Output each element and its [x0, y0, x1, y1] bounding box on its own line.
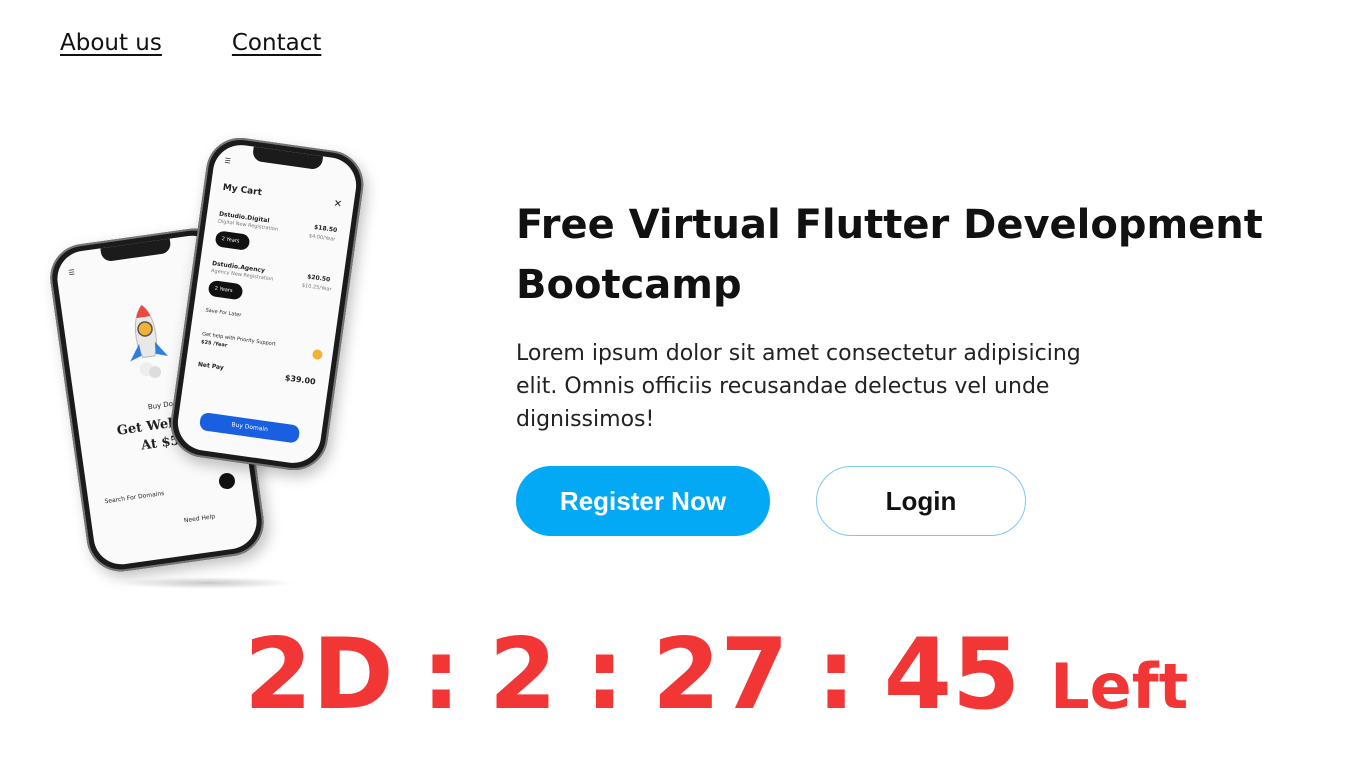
countdown-seconds: 45	[883, 618, 1021, 732]
login-button[interactable]: Login	[816, 466, 1026, 536]
back-search-icon	[217, 472, 236, 491]
countdown-separator: :	[816, 618, 856, 732]
countdown-days: 2D	[244, 618, 394, 732]
rocket-icon	[130, 304, 168, 378]
hero-buttons: Register Now Login	[516, 466, 1296, 536]
net-pay-label: Net Pay	[197, 361, 225, 372]
hero-description: Lorem ipsum dolor sit amet consectetur a…	[516, 341, 1081, 432]
countdown-separator: :	[584, 618, 625, 732]
register-now-button[interactable]: Register Now	[516, 466, 770, 536]
cart-title: My Cart	[222, 182, 263, 199]
countdown-minutes: 27	[652, 618, 789, 732]
top-nav: About us Contact	[60, 30, 321, 56]
cart-item-select[interactable]: 2 Years	[207, 279, 244, 301]
nav-contact-link[interactable]: Contact	[232, 30, 321, 56]
menu-icon: ☰	[223, 156, 232, 166]
back-help: Need Help	[183, 513, 216, 525]
countdown-timer: 2D : 2 : 27 : 45 Left	[244, 620, 1188, 730]
countdown-suffix: Left	[1050, 650, 1189, 723]
hero-title: Free Virtual Flutter Development Bootcam…	[516, 202, 1263, 308]
close-icon: ✕	[332, 198, 343, 211]
save-for-later[interactable]: Save For Later	[205, 308, 242, 319]
cart-item-price: $20.50	[306, 273, 331, 284]
back-search-field: Search For Domains	[104, 489, 165, 506]
support-price: $25 /Year	[200, 339, 228, 349]
menu-icon: ☰	[67, 268, 76, 278]
countdown-hours: 2	[488, 618, 557, 732]
nav-about-link[interactable]: About us	[60, 30, 162, 56]
check-icon	[311, 348, 324, 361]
phone-shadow	[120, 577, 295, 589]
countdown-separator: :	[421, 618, 461, 732]
cart-item-term: $10.25/Year	[301, 282, 332, 293]
phones-illustration: ☰ Buy Domain Get Web At $5/ Search For D…	[45, 133, 370, 600]
cart-item-price: $18.50	[313, 223, 338, 235]
cart-item-term: $4.00/Year	[308, 233, 336, 243]
net-pay-value: $39.00	[284, 373, 317, 387]
cart-item-select[interactable]: 2 Years	[214, 230, 251, 251]
phone-front-mockup: ☰ My Cart ✕ Dstudio.Digital Digital New …	[166, 133, 368, 475]
hero-section: Free Virtual Flutter Development Bootcam…	[516, 195, 1296, 536]
buy-domain-button[interactable]: Buy Domain	[198, 411, 301, 444]
